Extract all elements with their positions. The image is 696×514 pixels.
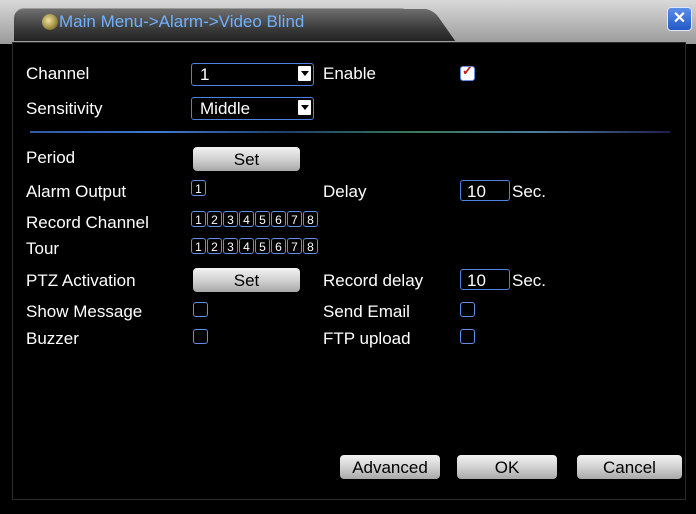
cancel-button[interactable]: Cancel [577, 455, 682, 479]
buzzer-checkbox[interactable] [193, 329, 208, 344]
checkmark-icon: ✓ [462, 63, 473, 78]
record-channel-4[interactable]: 4 [239, 211, 254, 227]
app-icon [42, 14, 58, 30]
ftp-upload-label: FTP upload [323, 329, 411, 348]
tour-channel-selector: 1 2 3 4 5 6 7 8 [191, 238, 318, 256]
record-delay-unit: Sec. [512, 271, 547, 290]
record-channel-3[interactable]: 3 [223, 211, 238, 227]
ok-button[interactable]: OK [457, 455, 557, 479]
show-message-checkbox[interactable] [193, 302, 208, 317]
section-divider [30, 131, 670, 133]
record-delay-label: Record delay [323, 271, 424, 290]
buzzer-label: Buzzer [26, 329, 79, 348]
period-label: Period [26, 148, 76, 167]
channel-select-value: 1 [200, 65, 210, 84]
record-channel-8[interactable]: 8 [303, 211, 318, 227]
tour-channel-3[interactable]: 3 [223, 238, 238, 254]
record-channel-5[interactable]: 5 [255, 211, 270, 227]
delay-label: Delay [323, 182, 367, 201]
ptz-set-button[interactable]: Set [193, 268, 300, 292]
period-set-button[interactable]: Set [193, 147, 300, 171]
enable-label: Enable [323, 64, 376, 83]
tour-label: Tour [26, 239, 60, 258]
tour-channel-2[interactable]: 2 [207, 238, 222, 254]
tour-channel-4[interactable]: 4 [239, 238, 254, 254]
send-email-checkbox[interactable] [460, 302, 475, 317]
sensitivity-select-value: Middle [200, 99, 251, 118]
show-message-label: Show Message [26, 302, 143, 321]
record-channel-selector: 1 2 3 4 5 6 7 8 [191, 211, 318, 229]
tour-channel-1[interactable]: 1 [191, 238, 206, 254]
advanced-button[interactable]: Advanced [340, 455, 440, 479]
alarm-output-channel-1[interactable]: 1 [191, 180, 206, 196]
record-channel-6[interactable]: 6 [271, 211, 286, 227]
tour-channel-6[interactable]: 6 [271, 238, 286, 254]
send-email-label: Send Email [323, 302, 410, 321]
record-channel-label: Record Channel [26, 213, 149, 232]
record-channel-1[interactable]: 1 [191, 211, 206, 227]
tour-channel-7[interactable]: 7 [287, 238, 302, 254]
delay-unit: Sec. [512, 182, 547, 201]
close-icon: ✕ [672, 10, 687, 27]
chevron-down-icon [298, 100, 311, 115]
tour-channel-8[interactable]: 8 [303, 238, 318, 254]
enable-checkbox[interactable]: ✓ [460, 63, 475, 81]
alarm-output-channels: 1 [191, 180, 206, 198]
alarm-output-label: Alarm Output [26, 182, 127, 201]
sensitivity-select[interactable]: Middle [191, 97, 314, 120]
channel-label: Channel [26, 64, 90, 83]
record-channel-2[interactable]: 2 [207, 211, 222, 227]
sensitivity-label: Sensitivity [26, 99, 103, 118]
delay-input[interactable]: 10 [460, 180, 510, 201]
ftp-upload-checkbox[interactable] [460, 329, 475, 344]
ptz-activation-label: PTZ Activation [26, 271, 136, 290]
close-button[interactable]: ✕ [667, 7, 692, 31]
channel-select[interactable]: 1 [191, 63, 314, 86]
tour-channel-5[interactable]: 5 [255, 238, 270, 254]
window-title: Main Menu->Alarm->Video Blind [59, 12, 305, 31]
record-delay-input[interactable]: 10 [460, 269, 510, 290]
chevron-down-icon [298, 66, 311, 81]
record-channel-7[interactable]: 7 [287, 211, 302, 227]
